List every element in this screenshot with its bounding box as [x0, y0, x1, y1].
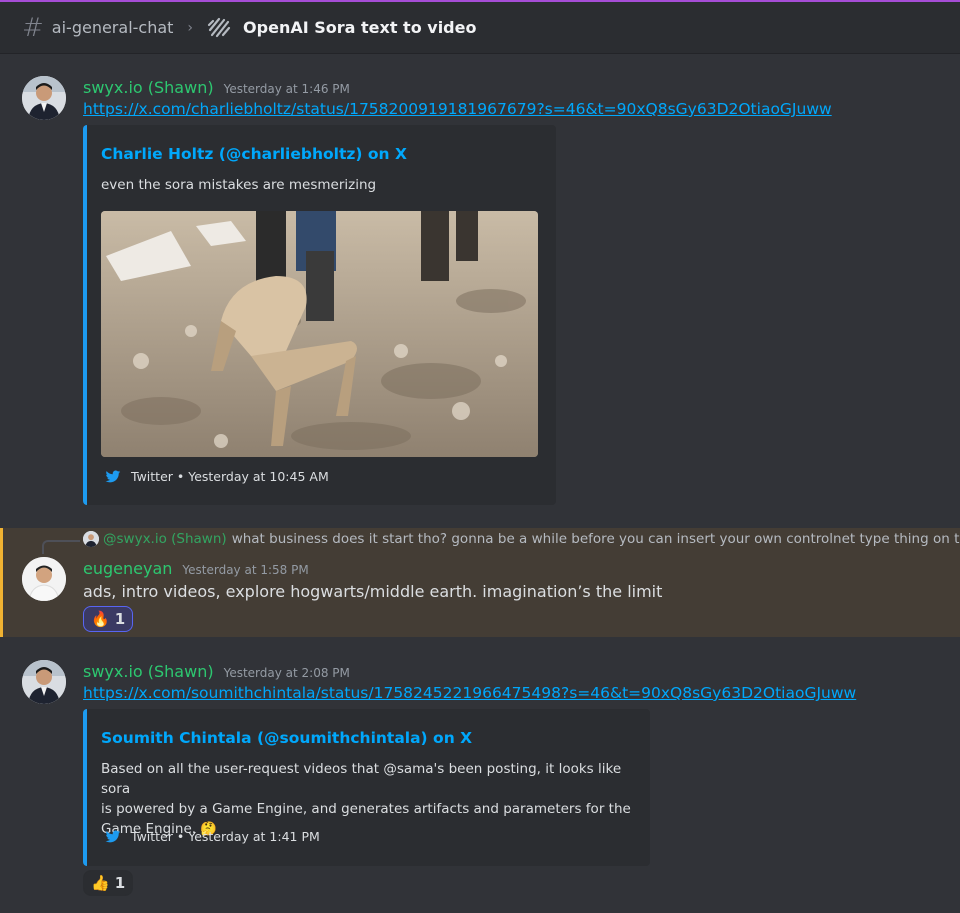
avatar[interactable]: [22, 557, 66, 601]
fire-emoji-icon: 🔥: [91, 610, 110, 628]
message-link[interactable]: https://x.com/soumithchintala/status/175…: [83, 684, 856, 702]
twitter-bird-icon: [105, 470, 121, 482]
thread-header: # ai-general-chat › OpenAI Sora text to …: [0, 2, 960, 54]
thread-title: OpenAI Sora text to video: [243, 18, 477, 37]
channel-name[interactable]: ai-general-chat: [52, 18, 174, 37]
embed-footer: Twitter • Yesterday at 1:41 PM: [105, 829, 320, 844]
embed-description: even the sora mistakes are mesmerizing: [101, 177, 377, 193]
avatar[interactable]: [22, 76, 66, 120]
embed-description-line: Based on all the user-request videos tha…: [101, 761, 622, 797]
timestamp: Yesterday at 2:08 PM: [223, 666, 350, 680]
reaction-fire[interactable]: 🔥 1: [83, 606, 134, 632]
embed-footer: Twitter • Yesterday at 10:45 AM: [105, 469, 329, 484]
reply-text: what business does it start tho? gonna b…: [231, 531, 960, 547]
thumbs-up-emoji-icon: 👍: [91, 874, 110, 892]
reaction-count: 1: [114, 874, 126, 892]
message-header: swyx.io (Shawn) Yesterday at 2:08 PM: [83, 662, 350, 681]
embed-video-thumbnail[interactable]: [101, 211, 538, 457]
reply-author[interactable]: @swyx.io (Shawn): [103, 531, 227, 547]
embed-title[interactable]: Soumith Chintala (@soumithchintala) on X: [101, 729, 472, 747]
message-header: swyx.io (Shawn) Yesterday at 1:46 PM: [83, 78, 350, 97]
link-embed: Charlie Holtz (@charliebholtz) on X even…: [83, 125, 556, 505]
reply-avatar: [83, 531, 99, 547]
embed-title[interactable]: Charlie Holtz (@charliebholtz) on X: [101, 145, 407, 163]
reply-reference[interactable]: @swyx.io (Shawn) what business does it s…: [83, 531, 960, 547]
embed-description: Based on all the user-request videos tha…: [101, 759, 641, 839]
reaction-thumbs-up[interactable]: 👍 1: [83, 870, 134, 896]
message-header: eugeneyan Yesterday at 1:58 PM: [83, 559, 309, 578]
twitter-bird-icon: [105, 830, 121, 842]
link-embed: Soumith Chintala (@soumithchintala) on X…: [83, 709, 650, 866]
channel-hash-icon: #: [22, 12, 44, 43]
embed-footer-text: Twitter • Yesterday at 1:41 PM: [131, 829, 320, 844]
author-name[interactable]: eugeneyan: [83, 559, 172, 578]
author-name[interactable]: swyx.io (Shawn): [83, 662, 214, 681]
chevron-right-icon: ›: [187, 19, 194, 36]
reaction-count: 1: [114, 610, 126, 628]
timestamp: Yesterday at 1:58 PM: [182, 563, 309, 577]
thread-icon: [207, 17, 231, 37]
reply-spine: [42, 540, 80, 554]
avatar[interactable]: [22, 660, 66, 704]
author-name[interactable]: swyx.io (Shawn): [83, 78, 214, 97]
timestamp: Yesterday at 1:46 PM: [223, 82, 350, 96]
embed-description-line: is powered by a Game Engine, and generat…: [101, 801, 631, 817]
embed-footer-text: Twitter • Yesterday at 10:45 AM: [131, 469, 329, 484]
message-link[interactable]: https://x.com/charliebholtz/status/17582…: [83, 100, 832, 118]
message-text: ads, intro videos, explore hogwarts/midd…: [83, 582, 663, 601]
